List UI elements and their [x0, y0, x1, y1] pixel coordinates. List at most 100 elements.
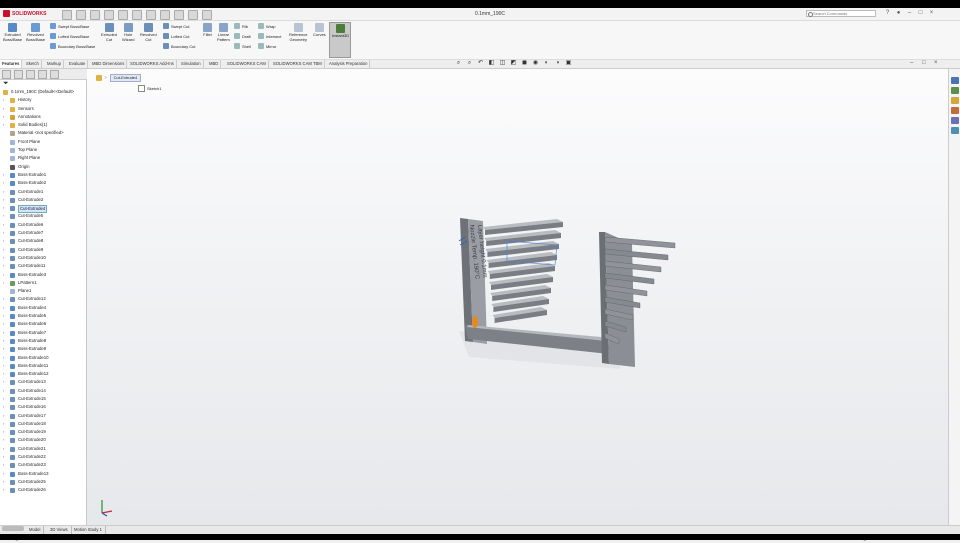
tab-markup[interactable]: Markup	[45, 60, 64, 68]
tab-solidworks-cam[interactable]: SOLIDWORKS CAM	[225, 60, 269, 68]
expand-arrow-icon[interactable]: ›	[3, 486, 4, 494]
open-icon[interactable]	[90, 10, 100, 20]
tab-features[interactable]: Features	[0, 60, 23, 68]
expand-arrow-icon[interactable]: ›	[3, 196, 4, 204]
solidworks-resources-icon[interactable]	[951, 77, 959, 84]
expand-arrow-icon[interactable]: ›	[3, 188, 4, 196]
shell-button[interactable]: Shell	[234, 43, 251, 49]
expand-arrow-icon[interactable]: ›	[3, 370, 4, 378]
intersect-button[interactable]: Intersect	[258, 33, 281, 39]
revolved-boss-button[interactable]: Revolved Boss/Base	[26, 23, 45, 42]
expand-arrow-icon[interactable]: ›	[3, 445, 4, 453]
zoom-to-area-icon[interactable]: ⌕	[466, 60, 473, 67]
expand-arrow-icon[interactable]: ›	[3, 295, 4, 303]
feature-manager-tab-icon[interactable]	[2, 69, 11, 79]
tab-solidworks-addins[interactable]: SOLIDWORKS Add-Ins	[128, 60, 177, 68]
expand-arrow-icon[interactable]: ›	[3, 254, 4, 262]
hide-show-items-icon[interactable]: ◉	[532, 60, 539, 67]
tree-item[interactable]: › Boss-Extrude5	[0, 312, 86, 320]
tab-mbd-dimensions[interactable]: MBD Dimensions	[90, 60, 128, 68]
tree-item[interactable]: › Cut-Extrude13	[0, 378, 86, 386]
user-icon[interactable]: ●	[895, 10, 902, 17]
expand-arrow-icon[interactable]: ›	[3, 453, 4, 461]
tree-item[interactable]: › Cut-Extrude5	[0, 212, 86, 220]
edit-appearance-icon[interactable]: ◐	[543, 60, 550, 67]
tree-item[interactable]: Right Plane	[0, 154, 86, 162]
expand-arrow-icon[interactable]: ›	[3, 354, 4, 362]
reference-geometry-button[interactable]: Reference Geometry	[289, 23, 307, 42]
swept-cut-button[interactable]: Swept Cut	[163, 23, 189, 29]
expand-arrow-icon[interactable]: ›	[3, 229, 4, 237]
help-icon[interactable]: ?	[884, 10, 891, 17]
extruded-boss-button[interactable]: Extruded Boss/Base	[3, 23, 22, 42]
instant3d-button[interactable]: Instant3D	[329, 22, 351, 58]
expand-arrow-icon[interactable]: ›	[3, 105, 4, 113]
tree-item[interactable]: › Boss-Extrude3	[0, 271, 86, 279]
extruded-cut-button[interactable]: Extruded Cut	[101, 23, 117, 42]
doc-minimize-icon[interactable]: –	[910, 60, 917, 67]
tree-item[interactable]: › History	[0, 96, 86, 104]
redo-icon[interactable]	[146, 10, 156, 20]
tree-item[interactable]: › Cut-Extrude11	[0, 262, 86, 270]
configuration-manager-tab-icon[interactable]	[26, 69, 35, 79]
tab-evaluate[interactable]: Evaluate	[67, 60, 89, 68]
tab-mbd[interactable]: MBD	[207, 60, 222, 68]
tree-root-part[interactable]: 0.1mm_190C (Default<<Default>	[0, 88, 86, 96]
expand-arrow-icon[interactable]: ›	[3, 329, 4, 337]
expand-arrow-icon[interactable]: ›	[3, 461, 4, 469]
tree-item[interactable]: › Cut-Extrude22	[0, 453, 86, 461]
tree-item[interactable]: › Boss-Extrude6	[0, 320, 86, 328]
boundary-cut-button[interactable]: Boundary Cut	[163, 43, 195, 49]
tree-item[interactable]: › Cut-Extrude8	[0, 237, 86, 245]
tree-item[interactable]: › Cut-Extrude15	[0, 395, 86, 403]
tree-item[interactable]: › Annotations	[0, 113, 86, 121]
select-icon[interactable]	[160, 10, 170, 20]
expand-arrow-icon[interactable]: ›	[3, 271, 4, 279]
tab-solidworks-cam-tbm[interactable]: SOLIDWORKS CAM TBM	[271, 60, 325, 68]
tree-item[interactable]: › Cut-Extrude2	[0, 196, 86, 204]
expand-arrow-icon[interactable]: ›	[3, 320, 4, 328]
wrap-button[interactable]: Wrap	[258, 23, 275, 29]
home-icon[interactable]	[62, 10, 72, 20]
rib-button[interactable]: Rib	[234, 23, 248, 29]
tree-item[interactable]: › Solid Bodies(1)	[0, 121, 86, 129]
tree-item[interactable]: › Cut-Extrude4	[0, 204, 86, 214]
tree-item[interactable]: › Cut-Extrude25	[0, 478, 86, 486]
expand-arrow-icon[interactable]: ›	[3, 378, 4, 386]
tree-item[interactable]: › Cut-Extrude23	[0, 461, 86, 469]
doc-close-icon[interactable]: ×	[934, 60, 941, 67]
expand-arrow-icon[interactable]: ›	[3, 312, 4, 320]
expand-arrow-icon[interactable]: ›	[3, 395, 4, 403]
tree-item[interactable]: › Boss-Extrude12	[0, 370, 86, 378]
tree-item[interactable]: › Cut-Extrude26	[0, 486, 86, 494]
expand-arrow-icon[interactable]: ›	[3, 304, 4, 312]
tree-item[interactable]: › Cut-Extrude10	[0, 254, 86, 262]
expand-arrow-icon[interactable]: ›	[3, 403, 4, 411]
tree-item[interactable]: › Cut-Extrude17	[0, 412, 86, 420]
view-palette-icon[interactable]	[951, 107, 959, 114]
expand-arrow-icon[interactable]: ›	[3, 179, 4, 187]
revolved-cut-button[interactable]: Revolved Cut	[140, 23, 157, 42]
search-commands-input[interactable]: Search Commands	[806, 10, 876, 17]
save-icon[interactable]	[104, 10, 114, 20]
close-icon[interactable]: ×	[928, 10, 935, 17]
expand-arrow-icon[interactable]: ›	[3, 204, 4, 212]
previous-view-icon[interactable]: ↶	[477, 60, 484, 67]
new-document-icon[interactable]	[76, 10, 86, 20]
expand-arrow-icon[interactable]: ›	[3, 412, 4, 420]
undo-icon[interactable]	[132, 10, 142, 20]
expand-arrow-icon[interactable]: ›	[3, 262, 4, 270]
lofted-cut-button[interactable]: Lofted Cut	[163, 33, 189, 39]
expand-arrow-icon[interactable]: ›	[3, 362, 4, 370]
display-style-icon[interactable]: ◼	[521, 60, 528, 67]
property-manager-tab-icon[interactable]	[14, 69, 23, 79]
tree-item[interactable]: Origin	[0, 163, 86, 171]
minimize-icon[interactable]: –	[906, 10, 913, 17]
graphics-area[interactable]: › Cut-Extrude4 Sketch1 Layer height 0.1m…	[87, 69, 948, 525]
file-explorer-icon[interactable]	[951, 97, 959, 104]
design-library-icon[interactable]	[951, 87, 959, 94]
print-icon[interactable]	[118, 10, 128, 20]
dynamic-annotation-icon[interactable]: ◫	[499, 60, 506, 67]
tree-item[interactable]: › Cut-Extrude1	[0, 188, 86, 196]
tree-item[interactable]: › Cut-Extrude19	[0, 428, 86, 436]
